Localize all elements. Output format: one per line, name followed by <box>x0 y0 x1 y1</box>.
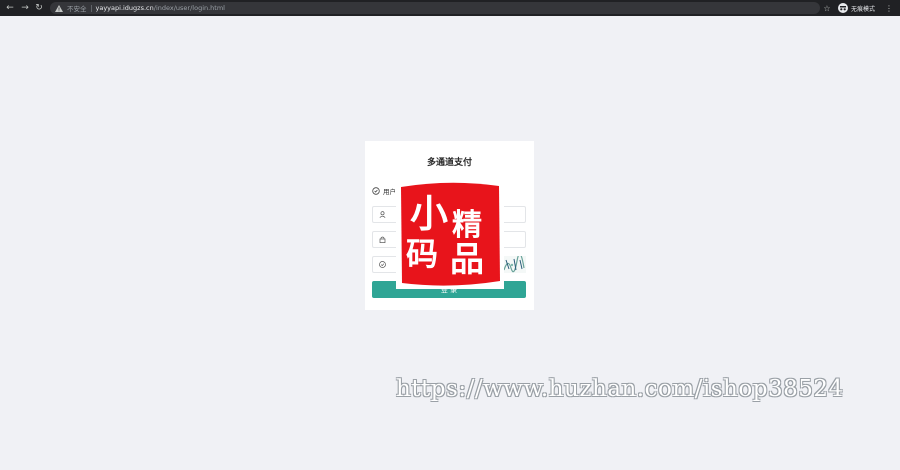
star-icon[interactable]: ☆ <box>822 2 832 14</box>
page-title: 多通道支付 <box>426 158 472 168</box>
svg-text:小: 小 <box>410 191 448 236</box>
kebab-menu-icon[interactable]: ⋮ <box>884 2 894 14</box>
captcha-image[interactable] <box>502 256 526 273</box>
svg-text:码: 码 <box>406 235 438 273</box>
security-status[interactable]: 不安全 <box>67 3 87 13</box>
user-circle-icon <box>372 187 380 195</box>
watermark-url: https://www.huzhan.com/ishop38524 <box>396 376 844 402</box>
lock-icon <box>373 232 391 247</box>
svg-text:精: 精 <box>452 208 482 243</box>
login-tab-label: 用户 <box>383 188 396 196</box>
watermark-seal: 小 精 码 品 <box>396 181 504 289</box>
browser-toolbar: ← → ↻ 不安全 yayyapi.idugzs.cn /index/user/… <box>0 0 900 16</box>
warning-triangle-icon <box>55 4 63 12</box>
shield-check-icon <box>373 257 391 272</box>
url-path: /index/user/login.html <box>153 4 225 12</box>
svg-text:品: 品 <box>450 240 484 280</box>
url-host: yayyapi.idugzs.cn <box>95 4 154 12</box>
login-type-tab[interactable]: 用户 <box>372 186 396 196</box>
url-divider <box>90 4 92 12</box>
address-bar[interactable]: 不安全 yayyapi.idugzs.cn /index/user/login.… <box>50 2 820 14</box>
back-arrow-icon[interactable]: ← <box>2 0 18 16</box>
incognito-label: 无痕模式 <box>851 5 876 13</box>
user-icon <box>373 207 391 222</box>
reload-icon[interactable]: ↻ <box>31 0 47 16</box>
incognito-badge[interactable]: 无痕模式 <box>838 2 875 14</box>
incognito-icon <box>838 3 848 13</box>
